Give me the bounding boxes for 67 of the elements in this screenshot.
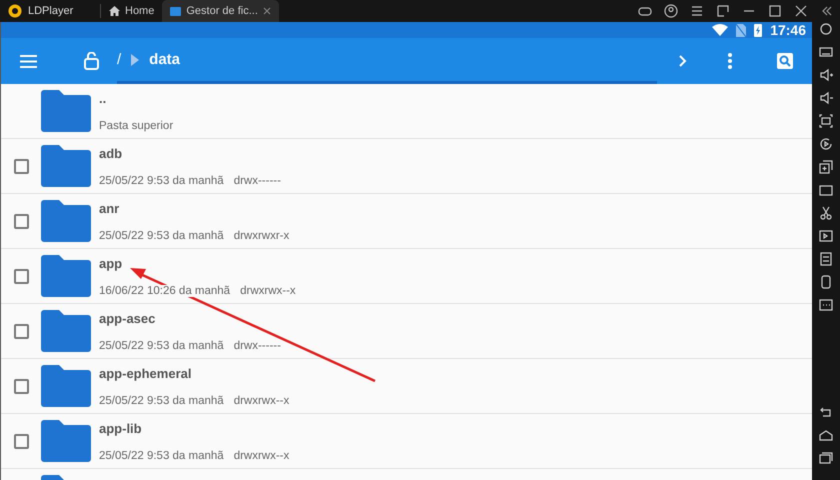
screen-capture-icon[interactable]: [819, 114, 833, 128]
menu-icon[interactable]: [690, 4, 704, 18]
permissions: drwx------: [234, 174, 281, 186]
folder-icon: [41, 365, 91, 407]
add-window-icon[interactable]: [819, 160, 833, 174]
search-icon[interactable]: [777, 53, 793, 69]
checkbox[interactable]: [14, 324, 28, 338]
more-options-icon[interactable]: [728, 53, 732, 69]
permissions: drwxrwx--x: [240, 284, 296, 296]
app-name: LDPlayer: [28, 5, 74, 17]
folder-name[interactable]: app-ephemeral: [99, 366, 290, 380]
folder-icon: [41, 420, 91, 462]
folder-icon: [41, 310, 91, 352]
folder-name[interactable]: app-asec: [99, 310, 281, 326]
wifi-icon: [712, 24, 728, 36]
close-icon[interactable]: [794, 4, 808, 18]
folder-name[interactable]: app: [99, 256, 296, 270]
folder-icon: [41, 145, 91, 187]
close-icon[interactable]: [262, 7, 271, 15]
folder-name[interactable]: anr: [99, 200, 290, 216]
unlocked-padlock-icon[interactable]: [84, 52, 99, 70]
folder-icon: [41, 255, 91, 297]
recents-icon[interactable]: [819, 451, 833, 465]
home-icon: [109, 6, 120, 16]
collapse-icon[interactable]: [820, 4, 834, 18]
folder-name[interactable]: adb: [99, 146, 281, 160]
chevron-right-icon[interactable]: [679, 55, 687, 67]
path-root[interactable]: /: [117, 51, 122, 68]
folder-name[interactable]: app-lib: [99, 420, 290, 436]
folder-icon: [41, 200, 91, 242]
clock: 17:46: [770, 22, 806, 38]
resize-icon[interactable]: [716, 4, 730, 18]
modified-date: 25/05/22 9:53 da manhã: [99, 394, 224, 406]
permissions: drwx------: [234, 340, 281, 352]
phone-icon[interactable]: [819, 275, 833, 289]
folder-icon: [41, 90, 91, 132]
video-icon[interactable]: [819, 229, 833, 243]
folder-icon: [170, 6, 182, 16]
modified-date: 25/05/22 9:53 da manhã: [99, 230, 224, 242]
checkbox[interactable]: [14, 214, 28, 228]
home-icon[interactable]: [819, 428, 833, 442]
volume-down-icon[interactable]: [819, 91, 833, 105]
rotate-icon[interactable]: [819, 137, 833, 151]
permissions: drwxrwx--x: [234, 450, 290, 462]
modified-date: 25/05/22 9:53 da manhã: [99, 174, 224, 186]
parent-folder-label: Pasta superior: [99, 120, 174, 132]
permissions: drwxrwx--x: [234, 394, 290, 406]
modified-date: 25/05/22 9:53 da manhã: [99, 340, 224, 352]
permissions: drwxrwxr-x: [234, 230, 290, 242]
scissors-icon[interactable]: [819, 206, 833, 220]
checkbox[interactable]: [14, 434, 28, 448]
checkbox[interactable]: [14, 158, 28, 174]
checkbox[interactable]: [14, 268, 28, 284]
back-icon[interactable]: [819, 405, 833, 419]
logo-icon: [8, 4, 22, 18]
folder-name[interactable]: ..: [99, 90, 174, 106]
modified-date: 25/05/22 9:53 da manhã: [99, 450, 224, 462]
modified-date: 16/06/22 10:26 da manhã: [99, 284, 230, 296]
keyboard-icon[interactable]: [819, 45, 833, 59]
volume-up-icon[interactable]: [819, 68, 833, 82]
checkbox[interactable]: [14, 378, 28, 394]
path-segment[interactable]: data: [149, 51, 180, 68]
maximize-icon[interactable]: [768, 4, 782, 18]
more-icon[interactable]: [819, 298, 833, 312]
caret-icon: [131, 54, 140, 66]
browser-tab[interactable]: Home: [101, 0, 162, 22]
browser-tab[interactable]: Gestor de fic...: [162, 0, 279, 22]
